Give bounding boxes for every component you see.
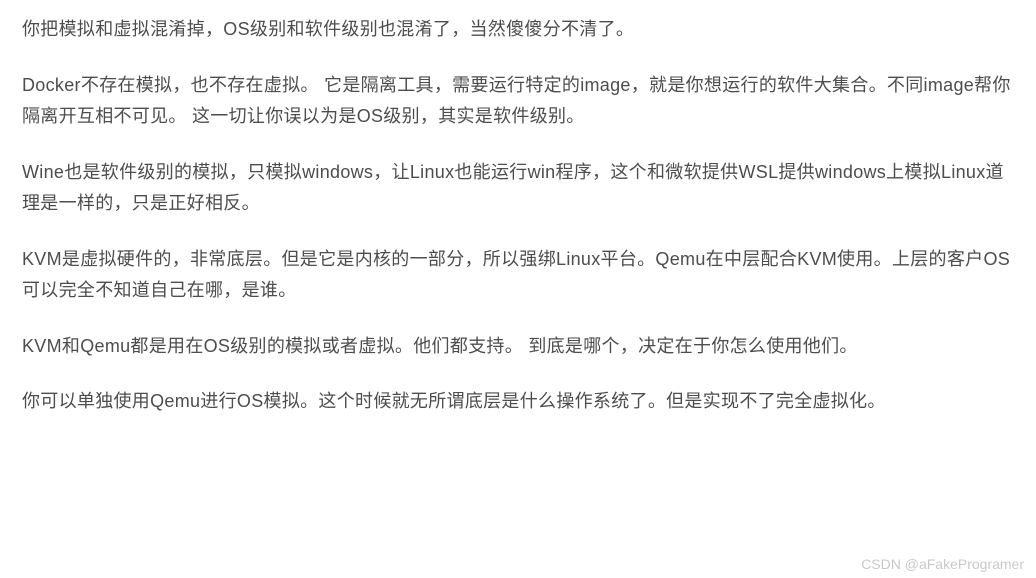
article-content: 你把模拟和虚拟混淆掉，OS级别和软件级别也混淆了，当然傻傻分不清了。 Docke… [0,0,1036,418]
paragraph: KVM和Qemu都是用在OS级别的模拟或者虚拟。他们都支持。 到底是哪个，决定在… [22,331,1014,363]
paragraph: KVM是虚拟硬件的，非常底层。但是它是内核的一部分，所以强绑Linux平台。Qe… [22,244,1014,307]
paragraph: 你把模拟和虚拟混淆掉，OS级别和软件级别也混淆了，当然傻傻分不清了。 [22,14,1014,46]
paragraph: Wine也是软件级别的模拟，只模拟windows，让Linux也能运行win程序… [22,157,1014,220]
paragraph: 你可以单独使用Qemu进行OS模拟。这个时候就无所谓底层是什么操作系统了。但是实… [22,386,1014,418]
watermark: CSDN @aFakeProgramer [861,556,1024,572]
paragraph: Docker不存在模拟，也不存在虚拟。 它是隔离工具，需要运行特定的image，… [22,70,1014,133]
